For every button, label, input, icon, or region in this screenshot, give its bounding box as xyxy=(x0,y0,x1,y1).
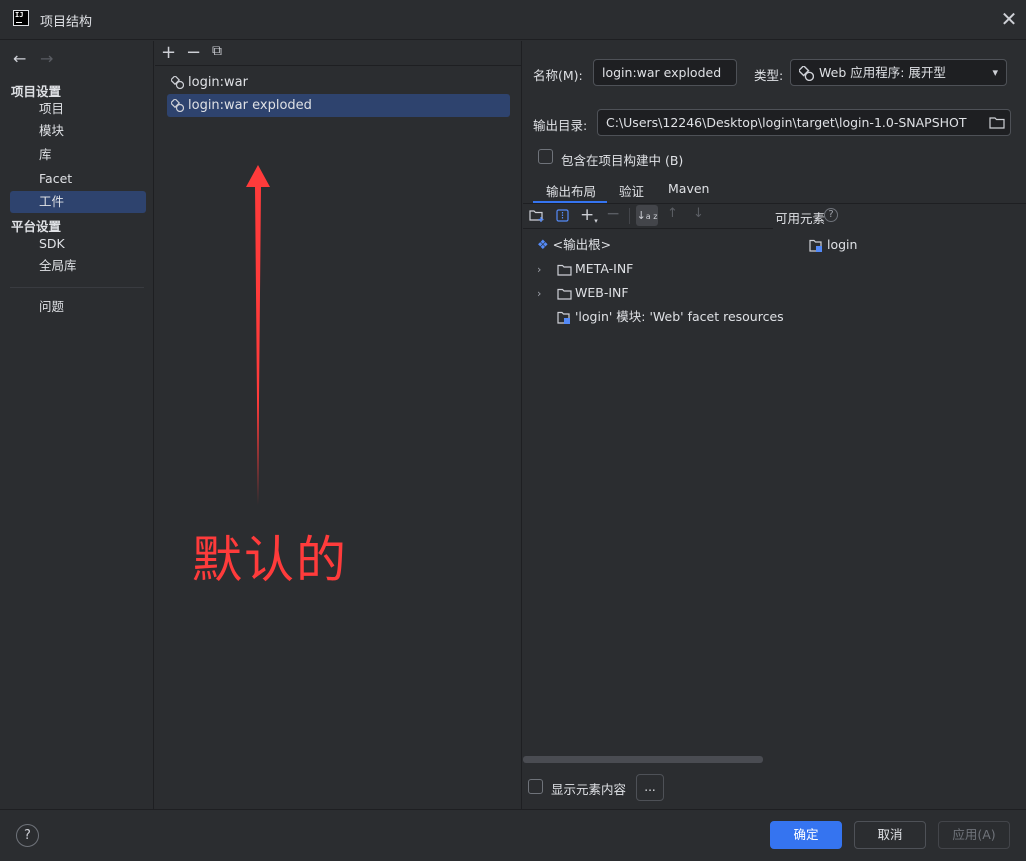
add-artifact-button[interactable]: + xyxy=(161,42,176,63)
show-content-checkbox[interactable] xyxy=(528,779,543,794)
tab-maven[interactable]: Maven xyxy=(668,181,709,203)
cancel-button[interactable]: 取消 xyxy=(854,821,926,849)
move-up-icon[interactable]: ↑ xyxy=(667,206,678,221)
ok-button[interactable]: 确定 xyxy=(770,821,842,849)
tree-item-label: <输出根> xyxy=(552,237,612,252)
tab-validation[interactable]: 验证 xyxy=(619,181,644,203)
create-archive-icon[interactable] xyxy=(556,209,569,222)
tabs-divider xyxy=(523,203,1026,204)
type-value: Web 应用程序: 展开型 xyxy=(819,65,946,80)
available-element-login[interactable]: login xyxy=(827,234,857,256)
tree-item-meta-inf[interactable]: › xyxy=(537,258,541,280)
type-select[interactable]: Web 应用程序: 展开型 ▾ xyxy=(790,59,1007,86)
chevron-right-icon: › xyxy=(537,287,542,300)
sidebar-item-artifacts[interactable]: 工件 xyxy=(10,191,146,213)
remove-element-button[interactable]: − xyxy=(606,204,620,224)
help-button[interactable]: ? xyxy=(16,824,39,847)
tree-item-web-inf[interactable]: › xyxy=(537,282,541,304)
name-field[interactable]: login:war exploded xyxy=(593,59,737,86)
artifact-label: login:war xyxy=(188,75,248,90)
artifact-label: login:war exploded xyxy=(188,98,312,113)
output-dir-field[interactable]: C:\Users\12246\Desktop\login\target\logi… xyxy=(597,109,1011,136)
artifact-item-login-war[interactable]: login:war xyxy=(167,71,510,94)
sidebar-item-project[interactable]: 项目 xyxy=(10,98,146,120)
folder-icon xyxy=(557,264,572,276)
close-window-button[interactable]: ✕ xyxy=(998,8,1020,30)
horizontal-scrollbar[interactable] xyxy=(523,756,763,763)
available-elements-label: 可用元素 xyxy=(775,211,826,226)
move-down-icon[interactable]: ↓ xyxy=(693,206,704,221)
output-dir-value: C:\Users\12246\Desktop\login\target\logi… xyxy=(606,115,967,130)
forward-arrow-icon[interactable]: → xyxy=(40,49,53,68)
add-copy-of-button[interactable]: +▾ xyxy=(580,205,598,225)
chevron-right-icon: › xyxy=(537,263,542,276)
more-options-button[interactable]: ... xyxy=(636,774,664,801)
sidebar-divider xyxy=(10,287,144,288)
toolbar-divider xyxy=(155,65,522,66)
sidebar-item-problems[interactable]: 问题 xyxy=(10,296,146,318)
tree-item-label: WEB-INF xyxy=(575,285,629,300)
sidebar-item-sdk[interactable]: SDK xyxy=(10,233,146,255)
folder-icon xyxy=(557,288,572,300)
sidebar-item-modules[interactable]: 模块 xyxy=(10,120,146,142)
sidebar-item-global-libraries[interactable]: 全局库 xyxy=(10,255,146,277)
include-in-build-label: 包含在项目构建中 (B) xyxy=(561,153,684,168)
web-artifact-icon xyxy=(171,99,184,112)
show-content-label: 显示元素内容 xyxy=(551,782,627,797)
help-circle-icon[interactable]: ? xyxy=(824,208,838,222)
browse-folder-icon[interactable] xyxy=(989,116,1005,129)
layout-toolbar-divider xyxy=(523,228,773,229)
module-icon xyxy=(809,239,822,252)
include-in-build-checkbox[interactable] xyxy=(538,149,553,164)
create-directory-icon[interactable] xyxy=(529,209,544,222)
web-artifact-icon xyxy=(799,66,814,81)
toolbar-separator xyxy=(629,208,630,224)
remove-artifact-button[interactable]: − xyxy=(186,42,201,63)
tree-output-root[interactable]: ❖ <输出根> xyxy=(537,234,611,256)
copy-artifact-button[interactable]: ⧉ xyxy=(212,43,222,59)
tree-item-web-facet-resources[interactable]: 'login' 模块: 'Web' facet resources xyxy=(575,306,784,328)
apply-button[interactable]: 应用(A) xyxy=(938,821,1010,849)
web-artifact-icon xyxy=(171,76,184,89)
sort-elements-button[interactable]: ↓a z xyxy=(636,205,658,226)
module-resources-icon xyxy=(557,311,570,324)
tree-item-label: META-INF xyxy=(575,261,634,276)
output-dir-label: 输出目录: xyxy=(533,118,588,133)
title-bar xyxy=(0,0,1026,40)
window-title: 项目结构 xyxy=(40,15,93,30)
name-label: 名称(M): xyxy=(533,68,583,83)
annotation-text: 默认的 xyxy=(192,531,348,589)
artifacts-list-panel xyxy=(155,41,522,809)
output-root-icon: ❖ xyxy=(537,238,549,253)
tab-output-layout[interactable]: 输出布局 xyxy=(546,181,596,203)
sidebar-item-facets[interactable]: Facet xyxy=(10,168,146,190)
annotation-arrow-icon xyxy=(246,165,270,505)
intellij-app-icon: IJ xyxy=(13,10,29,26)
type-label: 类型: xyxy=(754,68,784,83)
back-arrow-icon[interactable]: ← xyxy=(13,49,26,68)
chevron-down-icon: ▾ xyxy=(992,66,998,79)
sidebar-item-libraries[interactable]: 库 xyxy=(10,144,146,166)
artifact-item-login-war-exploded[interactable]: login:war exploded xyxy=(167,94,510,117)
